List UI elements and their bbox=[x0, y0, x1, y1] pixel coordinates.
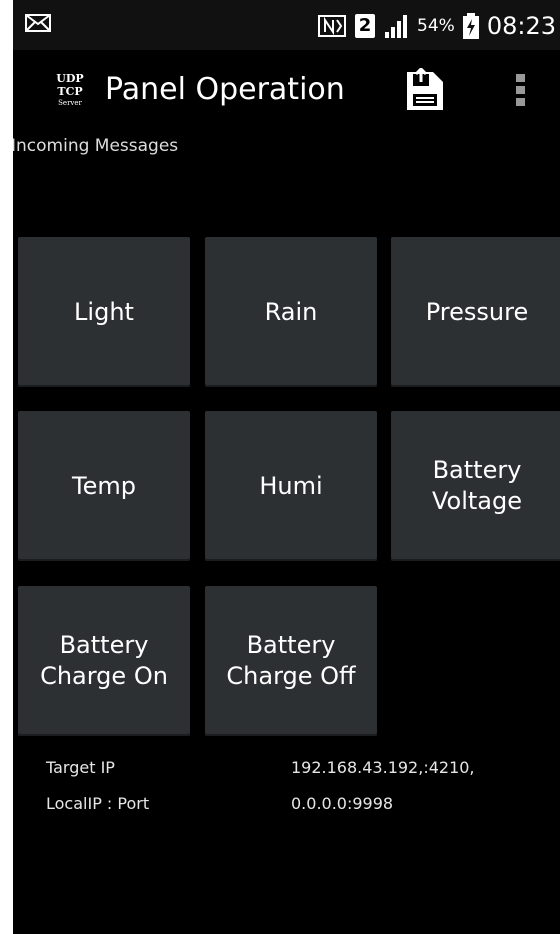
logo-line-2: TCP bbox=[57, 85, 82, 98]
battery-charging-icon bbox=[462, 13, 479, 39]
rain-button[interactable]: Rain bbox=[205, 237, 377, 387]
button-label: Temp bbox=[72, 471, 136, 500]
button-label: Pressure bbox=[425, 297, 529, 326]
action-bar: UDP TCP Server Panel Operation bbox=[13, 50, 560, 138]
battery-percent: 54% bbox=[417, 16, 455, 36]
status-bar: 2 54% 08:23 bbox=[13, 0, 560, 50]
incoming-messages-label: Incoming Messages bbox=[13, 136, 179, 156]
clock: 08:23 bbox=[486, 12, 556, 40]
sim-slot-badge: 2 bbox=[355, 14, 376, 38]
button-label: Battery Voltage bbox=[431, 456, 523, 515]
page-title: Panel Operation bbox=[105, 72, 345, 107]
app-logo-icon: UDP TCP Server bbox=[56, 72, 83, 107]
battery-voltage-button[interactable]: Battery Voltage bbox=[391, 411, 560, 561]
signal-icon bbox=[385, 15, 408, 38]
temp-button[interactable]: Temp bbox=[18, 411, 190, 561]
button-label: Battery Charge On bbox=[40, 631, 168, 690]
button-label: Rain bbox=[264, 297, 318, 326]
target-ip-label: Target IP bbox=[46, 758, 115, 777]
mail-icon bbox=[25, 14, 51, 32]
save-icon[interactable] bbox=[403, 68, 447, 114]
battery-charge-on-button[interactable]: Battery Charge On bbox=[18, 586, 190, 736]
local-ip-port-value: 0.0.0.0:9998 bbox=[291, 794, 394, 813]
target-ip-value: 192.168.43.192,:4210, bbox=[291, 758, 475, 777]
logo-line-1: UDP bbox=[56, 72, 83, 85]
pressure-button[interactable]: Pressure bbox=[391, 237, 560, 387]
logo-line-3: Server bbox=[58, 99, 82, 107]
button-label: Light bbox=[74, 297, 134, 326]
button-label: Battery Charge Off bbox=[226, 631, 356, 690]
overflow-menu-icon[interactable] bbox=[511, 70, 531, 110]
light-button[interactable]: Light bbox=[18, 237, 190, 387]
nfc-icon bbox=[318, 15, 347, 37]
app-screen: 2 54% 08:23 UDP TCP Server Panel Operati… bbox=[13, 0, 560, 934]
button-label: Humi bbox=[259, 471, 323, 500]
humi-button[interactable]: Humi bbox=[205, 411, 377, 561]
local-ip-port-label: LocalIP : Port bbox=[46, 794, 150, 813]
battery-charge-off-button[interactable]: Battery Charge Off bbox=[205, 586, 377, 736]
